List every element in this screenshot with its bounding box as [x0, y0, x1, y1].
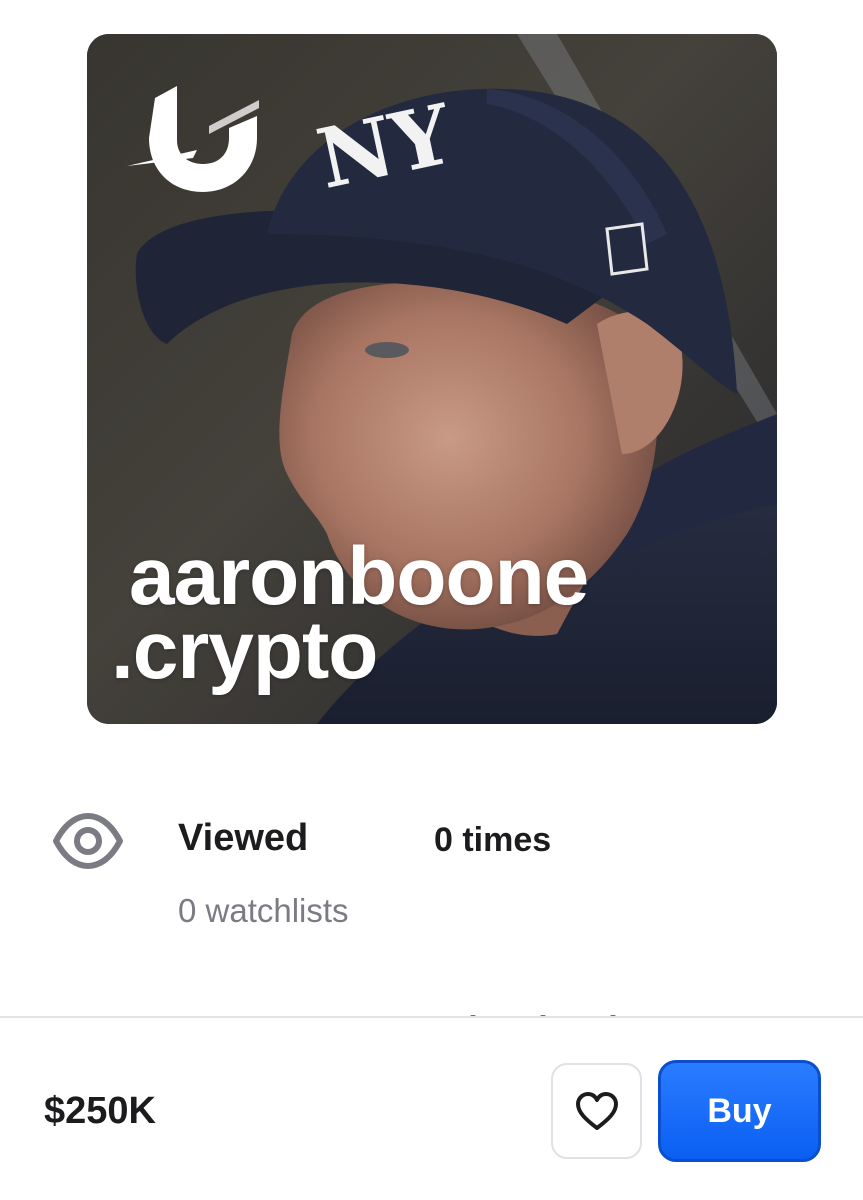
eye-icon	[53, 813, 123, 869]
domain-tld-text: .crypto	[111, 605, 378, 696]
add-to-watchlist-button[interactable]	[551, 1063, 642, 1159]
heart-icon	[575, 1092, 618, 1130]
domain-name-overlay: aaronboone .crypto	[111, 536, 589, 692]
unstoppable-domains-logo-icon	[127, 86, 259, 192]
price-label: $250K	[44, 1090, 156, 1132]
viewed-label: Viewed	[178, 817, 309, 859]
watchlists-count: 0 watchlists	[178, 892, 349, 929]
viewed-count: 0 times	[434, 821, 552, 859]
nft-card: NY aaronboone .crypto	[87, 34, 777, 724]
buy-button[interactable]: Buy	[658, 1060, 821, 1162]
